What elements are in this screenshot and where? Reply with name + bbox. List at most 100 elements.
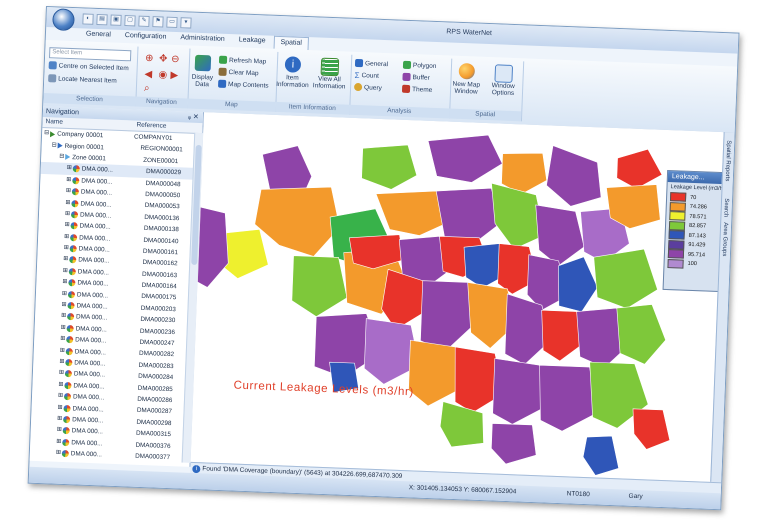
map-contents-button[interactable]: Map Contents bbox=[217, 79, 269, 90]
query-button[interactable]: Query bbox=[353, 82, 382, 92]
expand-icon[interactable]: ⊞ bbox=[60, 323, 66, 334]
expand-icon[interactable]: ⊞ bbox=[60, 345, 65, 356]
pan-left-icon[interactable]: ◀ bbox=[144, 69, 152, 80]
map-view[interactable]: Current Leakage Levels (m3/hr) Leakage..… bbox=[190, 112, 724, 482]
expand-icon[interactable]: ⊞ bbox=[56, 425, 62, 436]
expand-icon[interactable]: ⊞ bbox=[66, 175, 71, 186]
expand-icon[interactable]: ⊞ bbox=[65, 209, 70, 220]
quick-access-button[interactable]: ⚑ bbox=[152, 16, 164, 28]
expand-icon[interactable]: ⊞ bbox=[67, 163, 72, 174]
refresh-map-button[interactable]: Refresh Map bbox=[218, 55, 266, 66]
dma-region[interactable] bbox=[582, 435, 620, 476]
expand-icon[interactable]: ⊞ bbox=[56, 436, 61, 447]
expand-icon[interactable]: ⊞ bbox=[59, 368, 64, 379]
map-group: Display Data Refresh Map Clear Map Map C… bbox=[187, 48, 279, 112]
node-name: DMA 000... bbox=[79, 211, 112, 220]
leakage-map[interactable] bbox=[191, 112, 724, 482]
expand-icon[interactable]: ⊞ bbox=[60, 334, 65, 345]
dma-region[interactable] bbox=[557, 256, 599, 313]
count-button[interactable]: Σ Count bbox=[354, 71, 379, 81]
expand-icon[interactable]: ⊞ bbox=[63, 266, 68, 277]
dma-icon bbox=[65, 359, 73, 367]
full-extent-icon[interactable]: ◉ bbox=[158, 69, 167, 80]
expand-icon[interactable]: ⊞ bbox=[58, 391, 63, 402]
tab-spatial-reports[interactable]: Spatial Reports bbox=[724, 140, 732, 181]
display-data-button[interactable]: Display Data bbox=[188, 74, 217, 89]
new-map-window-button[interactable]: New Map Window bbox=[450, 81, 483, 96]
expand-icon[interactable]: ⊟ bbox=[51, 140, 57, 151]
node-name: DMA 000... bbox=[72, 416, 104, 425]
zone-icon bbox=[65, 154, 71, 161]
expand-icon[interactable]: ⊞ bbox=[66, 186, 71, 197]
expand-icon[interactable]: ⊞ bbox=[58, 380, 63, 391]
quick-access-button[interactable]: ▾ bbox=[180, 17, 192, 29]
dma-region[interactable] bbox=[254, 184, 342, 257]
expand-icon[interactable]: ⊞ bbox=[64, 232, 69, 243]
quick-access-button[interactable]: ▣ bbox=[110, 14, 122, 26]
quick-access-button[interactable]: ✎ bbox=[138, 15, 150, 27]
clear-map-button[interactable]: Clear Map bbox=[218, 67, 259, 78]
pin-close-icon[interactable]: ᵩ ✕ bbox=[188, 112, 199, 123]
expand-icon[interactable]: ⊞ bbox=[64, 220, 69, 231]
expand-icon[interactable]: ⊟ bbox=[59, 152, 64, 163]
buffer-button[interactable]: Buffer bbox=[402, 72, 430, 82]
node-name: DMA 000... bbox=[80, 188, 113, 197]
locate-nearest-button[interactable]: Locate Nearest Item bbox=[48, 74, 117, 85]
dma-region[interactable] bbox=[615, 303, 667, 365]
item-information-button[interactable]: Item Information bbox=[276, 74, 309, 89]
dma-region[interactable] bbox=[631, 408, 671, 450]
polygon-button[interactable]: Polygon bbox=[402, 60, 437, 70]
centre-on-selected-button[interactable]: Centre on Selected Item bbox=[48, 61, 129, 72]
select-item-combo[interactable]: Select Item bbox=[49, 47, 132, 62]
quick-access-button[interactable]: ▤ bbox=[96, 13, 108, 26]
dma-region[interactable] bbox=[491, 423, 538, 465]
legend-window[interactable]: Leakage...✕ Leakage Level (m3/hr) 7074.2… bbox=[662, 169, 724, 293]
theme-button[interactable]: Theme bbox=[401, 84, 433, 94]
dma-region[interactable] bbox=[361, 143, 418, 190]
dma-region[interactable] bbox=[616, 148, 663, 190]
general-icon bbox=[354, 58, 364, 68]
expand-icon[interactable]: ⊞ bbox=[56, 448, 61, 459]
window-options-button[interactable]: Window Options bbox=[484, 82, 523, 97]
expand-icon[interactable]: ⊞ bbox=[61, 311, 66, 322]
coordinates: X: 301405.134053 Y: 680067.152904 bbox=[408, 484, 517, 496]
dma-icon bbox=[70, 233, 78, 242]
quick-access-button[interactable]: ◐ bbox=[82, 13, 94, 25]
dma-region[interactable] bbox=[197, 206, 230, 288]
application-menu-button[interactable] bbox=[52, 8, 75, 32]
zoom-out-icon[interactable]: ⊖ bbox=[171, 54, 180, 65]
expand-icon[interactable]: ⊞ bbox=[62, 288, 67, 299]
expand-icon[interactable]: ⊞ bbox=[65, 197, 70, 208]
buffer-icon bbox=[402, 72, 411, 82]
dma-region[interactable] bbox=[427, 133, 504, 184]
general-analysis-button[interactable]: General bbox=[354, 58, 388, 68]
expand-icon[interactable]: ⊞ bbox=[59, 357, 64, 368]
theme-icon bbox=[401, 84, 411, 94]
zoom-in-icon[interactable]: ⊕ bbox=[145, 53, 154, 64]
sigma-icon: Σ bbox=[354, 70, 360, 81]
dma-icon bbox=[66, 336, 74, 344]
expand-icon[interactable]: ⊞ bbox=[63, 243, 69, 254]
analysis-group: General Σ Count Query Polygon Buffer Them… bbox=[349, 54, 453, 119]
pan-right-icon[interactable]: ▶ bbox=[170, 70, 178, 81]
zoom-window-icon[interactable]: ⌕ bbox=[144, 83, 150, 94]
legend-swatch bbox=[669, 192, 687, 202]
expand-icon[interactable]: ⊞ bbox=[57, 414, 62, 425]
expand-icon[interactable]: ⊟ bbox=[44, 128, 49, 139]
pan-up-icon[interactable]: ✥ bbox=[159, 53, 168, 64]
tab-area-groups[interactable]: Area Groups bbox=[721, 222, 728, 256]
node-name: DMA 000... bbox=[78, 245, 110, 254]
expand-icon[interactable]: ⊞ bbox=[63, 254, 68, 265]
quick-access-button[interactable]: ▢ bbox=[124, 15, 136, 27]
expand-icon[interactable]: ⊞ bbox=[57, 402, 62, 413]
quick-access-button[interactable]: ▭ bbox=[166, 16, 178, 29]
dma-region[interactable] bbox=[592, 247, 659, 309]
view-all-information-button[interactable]: View All Information bbox=[310, 75, 349, 91]
expand-icon[interactable]: ⊞ bbox=[61, 300, 66, 311]
dma-region[interactable] bbox=[291, 255, 348, 318]
dma-region[interactable] bbox=[546, 145, 603, 207]
quick-access-toolbar: ◐ ▤ ▣ ▢ ✎ ⚑ ▭ ▾ bbox=[82, 13, 192, 29]
expand-icon[interactable]: ⊞ bbox=[62, 277, 67, 288]
tab-spatial[interactable]: Spatial bbox=[273, 35, 310, 51]
tab-search[interactable]: Search bbox=[722, 198, 729, 217]
